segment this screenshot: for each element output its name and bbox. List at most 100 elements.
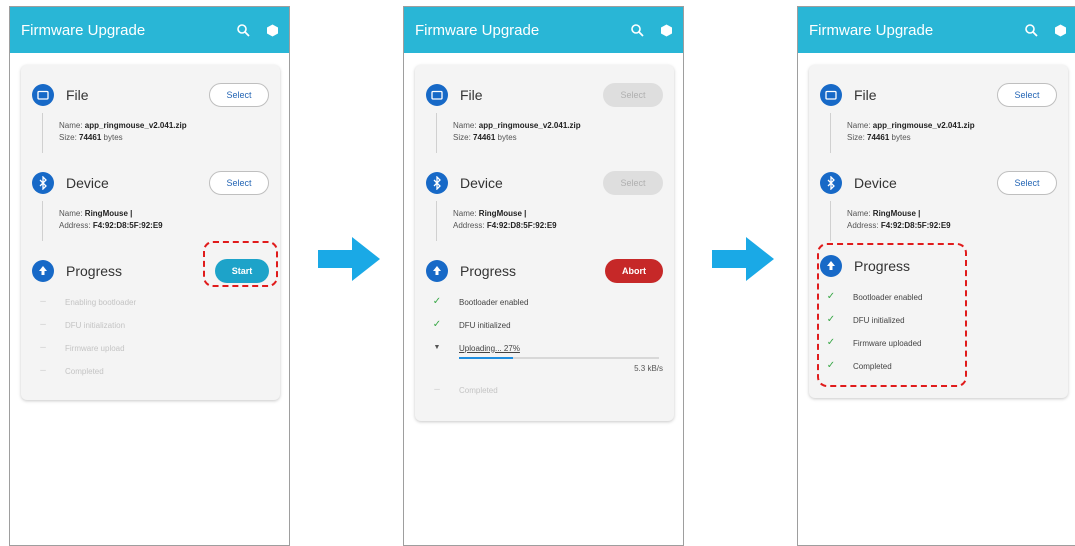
- file-name-label: Name:: [59, 121, 83, 130]
- upload-progress-bar: [459, 357, 659, 359]
- step-uploading: ▼ Uploading... 27%: [431, 341, 520, 355]
- settings-icon[interactable]: [660, 24, 673, 37]
- device-name-label: Name:: [847, 209, 871, 218]
- start-highlight: [203, 241, 278, 287]
- step-label: Enabling bootloader: [65, 297, 137, 307]
- file-select-button[interactable]: Select: [209, 83, 269, 107]
- step-label: DFU initialized: [459, 320, 511, 330]
- upload-icon: [426, 260, 448, 282]
- check-icon: ✓: [432, 319, 442, 330]
- device-name-value: RingMouse |: [84, 209, 133, 218]
- file-name-value: app_ringmouse_v2.041.zip: [84, 121, 187, 130]
- upgrade-card: File Select Name: app_ringmouse_v2.041.z…: [415, 65, 674, 421]
- bluetooth-icon: [426, 172, 448, 194]
- screen-1-before-start: Firmware Upgrade File Select Name: app_r…: [9, 6, 290, 546]
- search-icon[interactable]: [236, 23, 250, 37]
- file-size-label: Size:: [453, 133, 471, 142]
- file-info: Name: app_ringmouse_v2.041.zip Size: 744…: [59, 120, 187, 144]
- upgrade-card: File Select Name: app_ringmouse_v2.041.z…: [21, 65, 280, 400]
- device-connector: [830, 201, 831, 241]
- pending-icon: –: [40, 319, 46, 330]
- screen-2-uploading: Firmware Upgrade File Select Name: app_r…: [403, 6, 684, 546]
- screen-3-completed: Firmware Upgrade File Select Name: app_r…: [797, 6, 1075, 546]
- file-title: File: [460, 87, 483, 103]
- device-connector: [436, 201, 437, 241]
- file-connector: [436, 113, 437, 153]
- upload-progress-fill: [459, 357, 513, 359]
- bluetooth-icon: [32, 172, 54, 194]
- device-title: Device: [854, 175, 897, 191]
- step-bootloader: – Enabling bootloader: [37, 295, 136, 309]
- file-connector: [42, 113, 43, 153]
- step-label: Firmware upload: [65, 343, 125, 353]
- file-name-label: Name:: [453, 121, 477, 130]
- device-select-button: Select: [603, 171, 663, 195]
- file-section: File Select: [820, 80, 1057, 110]
- device-select-button[interactable]: Select: [209, 171, 269, 195]
- bluetooth-icon: [820, 172, 842, 194]
- device-address-value: F4:92:D8:5F:92:E9: [880, 221, 951, 230]
- file-size-unit: bytes: [891, 133, 911, 142]
- file-section: File Select: [32, 80, 269, 110]
- step-bootloader: ✓ Bootloader enabled: [431, 295, 529, 309]
- step-firmware: – Firmware upload: [37, 341, 125, 355]
- file-info: Name: app_ringmouse_v2.041.zip Size: 744…: [847, 120, 975, 144]
- app-bar: Firmware Upgrade: [798, 7, 1075, 53]
- step-label: Completed: [65, 366, 104, 376]
- settings-icon[interactable]: [1054, 24, 1067, 37]
- device-section: Device Select: [820, 168, 1057, 198]
- app-title: Firmware Upgrade: [809, 21, 934, 39]
- steps-highlight: [817, 243, 967, 387]
- search-icon[interactable]: [630, 23, 644, 37]
- app-title: Firmware Upgrade: [415, 21, 540, 39]
- settings-icon[interactable]: [266, 24, 279, 37]
- progress-section: Progress Abort: [426, 256, 663, 286]
- device-connector: [42, 201, 43, 241]
- device-info: Name: RingMouse | Address: F4:92:D8:5F:9…: [453, 208, 557, 232]
- step-completed: – Completed: [431, 383, 498, 397]
- device-name-label: Name:: [453, 209, 477, 218]
- file-title: File: [66, 87, 89, 103]
- device-title: Device: [460, 175, 503, 191]
- file-size-label: Size:: [59, 133, 77, 142]
- file-title: File: [854, 87, 877, 103]
- device-address-label: Address:: [59, 221, 91, 230]
- file-size-value: 74461: [79, 133, 102, 142]
- file-size-label: Size:: [847, 133, 865, 142]
- step-label: Uploading... 27%: [459, 343, 520, 353]
- file-size-unit: bytes: [103, 133, 123, 142]
- upload-speed: 5.3 kB/s: [634, 364, 663, 373]
- file-section: File Select: [426, 80, 663, 110]
- check-icon: ✓: [432, 296, 442, 307]
- file-name-value: app_ringmouse_v2.041.zip: [872, 121, 975, 130]
- step-dfu: – DFU initialization: [37, 318, 125, 332]
- device-address-value: F4:92:D8:5F:92:E9: [486, 221, 557, 230]
- file-info: Name: app_ringmouse_v2.041.zip Size: 744…: [453, 120, 581, 144]
- app-title: Firmware Upgrade: [21, 21, 146, 39]
- folder-icon: [32, 84, 54, 106]
- arrow-right-icon: [318, 237, 380, 281]
- folder-icon: [426, 84, 448, 106]
- app-bar: Firmware Upgrade: [404, 7, 683, 53]
- device-name-label: Name:: [59, 209, 83, 218]
- search-icon[interactable]: [1024, 23, 1038, 37]
- progress-title: Progress: [66, 263, 123, 279]
- pending-icon: –: [40, 365, 46, 376]
- file-select-button[interactable]: Select: [997, 83, 1057, 107]
- upload-icon: [32, 260, 54, 282]
- device-address-label: Address:: [847, 221, 879, 230]
- device-name-value: RingMouse |: [872, 209, 921, 218]
- file-size-unit: bytes: [497, 133, 517, 142]
- step-label: Completed: [459, 385, 498, 395]
- step-label: DFU initialization: [65, 320, 126, 330]
- folder-icon: [820, 84, 842, 106]
- abort-button[interactable]: Abort: [605, 259, 663, 283]
- step-dfu: ✓ DFU initialized: [431, 318, 511, 332]
- file-connector: [830, 113, 831, 153]
- device-name-value: RingMouse |: [478, 209, 527, 218]
- device-info: Name: RingMouse | Address: F4:92:D8:5F:9…: [847, 208, 951, 232]
- device-select-button[interactable]: Select: [997, 171, 1057, 195]
- pending-icon: –: [434, 384, 440, 395]
- app-bar: Firmware Upgrade: [10, 7, 289, 53]
- progress-title: Progress: [460, 263, 517, 279]
